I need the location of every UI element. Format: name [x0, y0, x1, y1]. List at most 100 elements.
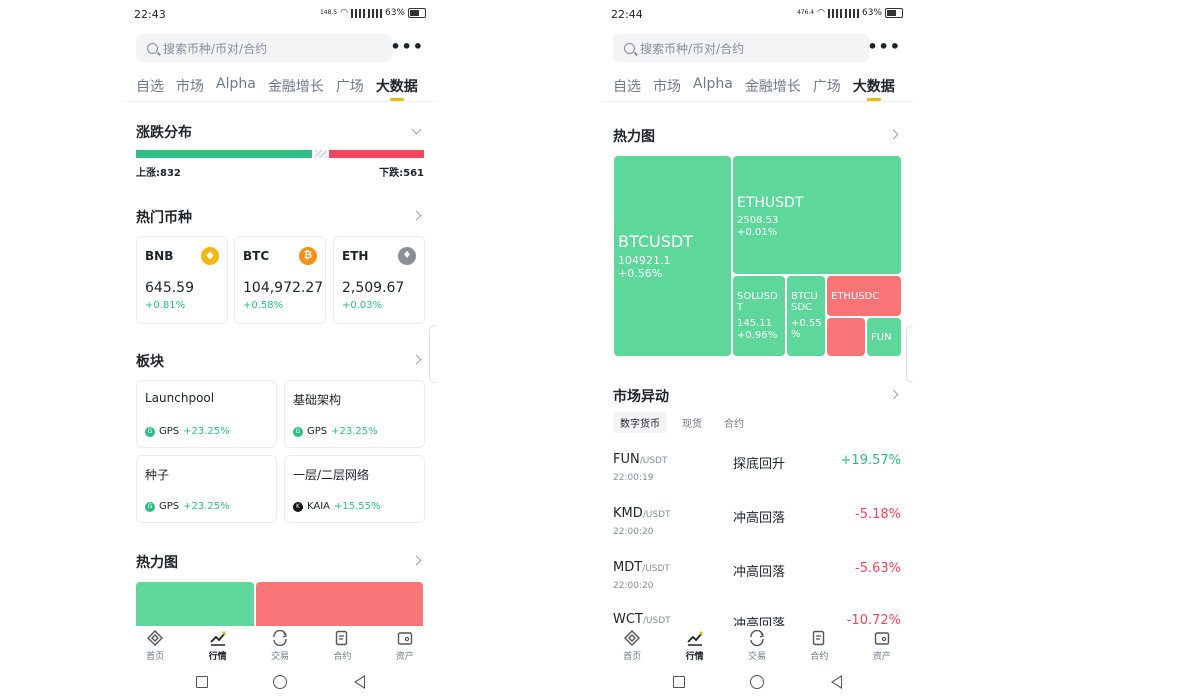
nav-markets[interactable]: 行情: [670, 626, 720, 668]
tab-divider: [601, 101, 913, 102]
wifi-icon: ◠: [817, 8, 825, 18]
heatmap-cell-btcusdc[interactable]: BTCU SDC +0.55 %: [787, 276, 825, 356]
movement-tabs: 数字货币 现货 合约: [613, 412, 751, 433]
hot-coin-card-bnb[interactable]: BNB ◆ 645.59 +0.81%: [136, 236, 228, 324]
hot-coin-card-btc[interactable]: BTC ₿ 104,972.27 +0.58%: [234, 236, 326, 324]
tab-market[interactable]: 市场: [653, 76, 681, 100]
tab-finance-growth[interactable]: 金融增长: [268, 76, 324, 100]
coin-change: +0.81%: [145, 300, 186, 311]
gps-coin-icon: G: [145, 501, 155, 512]
pair-base: WCT: [613, 612, 643, 627]
tab-spot[interactable]: 现货: [675, 412, 709, 433]
tab-alpha[interactable]: Alpha: [216, 76, 256, 100]
sector-name: 种子: [145, 468, 170, 482]
hot-coin-card-eth[interactable]: ETH ♦ 2,509.67 +0.03%: [333, 236, 425, 324]
pair-base: MDT: [613, 560, 643, 575]
tab-favorites[interactable]: 自选: [613, 76, 641, 100]
nav-home[interactable]: 首页: [130, 626, 180, 668]
tab-finance-growth[interactable]: 金融增长: [745, 76, 801, 100]
coin-symbol: BNB: [145, 249, 174, 263]
nav-assets[interactable]: 资产: [380, 626, 430, 668]
recent-apps-icon[interactable]: [673, 676, 685, 688]
side-drawer-handle[interactable]: [429, 325, 436, 383]
nav-label: 行情: [685, 652, 704, 662]
back-icon[interactable]: [831, 675, 842, 689]
sector-card-infrastructure[interactable]: 基础架构 G GPS +23.25%: [284, 380, 425, 448]
nav-futures[interactable]: 合约: [317, 626, 367, 668]
heatmap-cell-solusdt[interactable]: SOLUSD T 145.11 +0.96%: [733, 276, 785, 356]
tab-futures[interactable]: 合约: [717, 412, 751, 433]
movement-row[interactable]: MDT/USDT 22:00:20 冲高回落 -5.63%: [613, 560, 901, 608]
sector-card-launchpool[interactable]: Launchpool G GPS +23.25%: [136, 380, 277, 448]
back-icon[interactable]: [354, 675, 365, 689]
movement-time: 22:00:20: [613, 581, 654, 591]
battery-percent: 63%: [384, 8, 405, 18]
nav-assets[interactable]: 资产: [857, 626, 907, 668]
status-time: 22:43: [134, 8, 166, 21]
heatmap-change: +0.56%: [618, 267, 663, 280]
heatmap-cell-ethusdc[interactable]: ETHUSDC: [827, 276, 901, 316]
tab-crypto[interactable]: 数字货币: [613, 412, 667, 433]
nav-home[interactable]: 首页: [607, 626, 657, 668]
tab-alpha[interactable]: Alpha: [693, 76, 733, 100]
phone-screen-right: 22:44 476.4 ◠ 63% 搜索币种/币对/合约 ••• 自选 市场 A…: [601, 0, 913, 700]
heatmap-cell-unlabeled[interactable]: [827, 318, 865, 356]
sector-card-seed[interactable]: 种子 G GPS +23.25%: [136, 455, 277, 523]
movement-pair: WCT/USDT: [613, 612, 671, 627]
chevron-right-icon[interactable]: [888, 129, 899, 140]
coin-change: +0.58%: [243, 300, 284, 311]
tab-square[interactable]: 广场: [813, 76, 841, 100]
sector-card-layer1-layer2[interactable]: 一层/二层网络 K KAIA +15.55%: [284, 455, 425, 523]
home-button-icon[interactable]: [273, 675, 287, 689]
bottom-nav: 首页 行情 交易 合约 资产: [601, 626, 913, 668]
search-bar[interactable]: 搜索币种/币对/合约: [136, 34, 392, 62]
sector-change: +15.55%: [334, 501, 381, 512]
heatmap-cell-green[interactable]: [136, 582, 254, 630]
markets-icon: [209, 631, 226, 646]
chevron-right-icon[interactable]: [411, 354, 422, 365]
chevron-right-icon[interactable]: [411, 210, 422, 221]
movement-row[interactable]: KMD/USDT 22:00:20 冲高回落 -5.18%: [613, 506, 901, 554]
market-tabs: 自选 市场 Alpha 金融增长 广场 大数据: [613, 76, 913, 101]
nav-trade[interactable]: 交易: [255, 626, 305, 668]
recent-apps-icon[interactable]: [196, 676, 208, 688]
system-nav-bar: [124, 674, 436, 692]
movement-row[interactable]: FUN/USDT 22:00:19 探底回升 +19.57%: [613, 452, 901, 500]
heatmap-change: +0.01%: [737, 227, 778, 238]
distribution-title: 涨跌分布: [136, 125, 192, 141]
nav-futures[interactable]: 合约: [794, 626, 844, 668]
nav-trade[interactable]: 交易: [732, 626, 782, 668]
heatmap-cell-fun[interactable]: FUN: [867, 318, 901, 356]
heatmap-change: +0.96%: [737, 330, 778, 341]
nav-markets[interactable]: 行情: [193, 626, 243, 668]
heatmap-cell-ethusdt[interactable]: ETHUSDT 2508.53 +0.01%: [733, 156, 901, 274]
tab-square[interactable]: 广场: [336, 76, 364, 100]
nav-label: 首页: [623, 652, 642, 662]
market-tabs: 自选 市场 Alpha 金融增长 广场 大数据: [136, 76, 436, 101]
tab-market[interactable]: 市场: [176, 76, 204, 100]
chevron-right-icon[interactable]: [888, 389, 899, 400]
hot-coins-title: 热门币种: [136, 210, 192, 226]
heatmap-cell-red[interactable]: [256, 582, 423, 630]
battery-percent: 63%: [861, 8, 882, 18]
status-time: 22:44: [611, 8, 643, 21]
search-bar[interactable]: 搜索币种/币对/合约: [613, 34, 869, 62]
tab-big-data[interactable]: 大数据: [853, 76, 895, 101]
tab-favorites[interactable]: 自选: [136, 76, 164, 100]
sectors-title: 板块: [136, 354, 164, 370]
heatmap-price: 145.11: [737, 318, 772, 329]
heatmap-cell-btcusdt[interactable]: BTCUSDT 104921.1 +0.56%: [614, 156, 731, 356]
home-button-icon[interactable]: [750, 675, 764, 689]
more-options-icon[interactable]: •••: [390, 39, 424, 55]
movement-type: 冲高回落: [733, 511, 786, 526]
sector-coin: KAIA: [307, 501, 331, 512]
tab-big-data[interactable]: 大数据: [376, 76, 418, 101]
chevron-down-icon[interactable]: [411, 124, 422, 135]
trade-icon: [750, 630, 764, 646]
side-drawer-handle[interactable]: [906, 325, 913, 383]
pair-base: FUN: [613, 452, 640, 467]
chevron-right-icon[interactable]: [411, 555, 422, 566]
more-options-icon[interactable]: •••: [867, 39, 901, 55]
status-icons: 476.4 ◠ 63%: [797, 8, 903, 18]
bnb-icon: ◆: [201, 247, 219, 265]
